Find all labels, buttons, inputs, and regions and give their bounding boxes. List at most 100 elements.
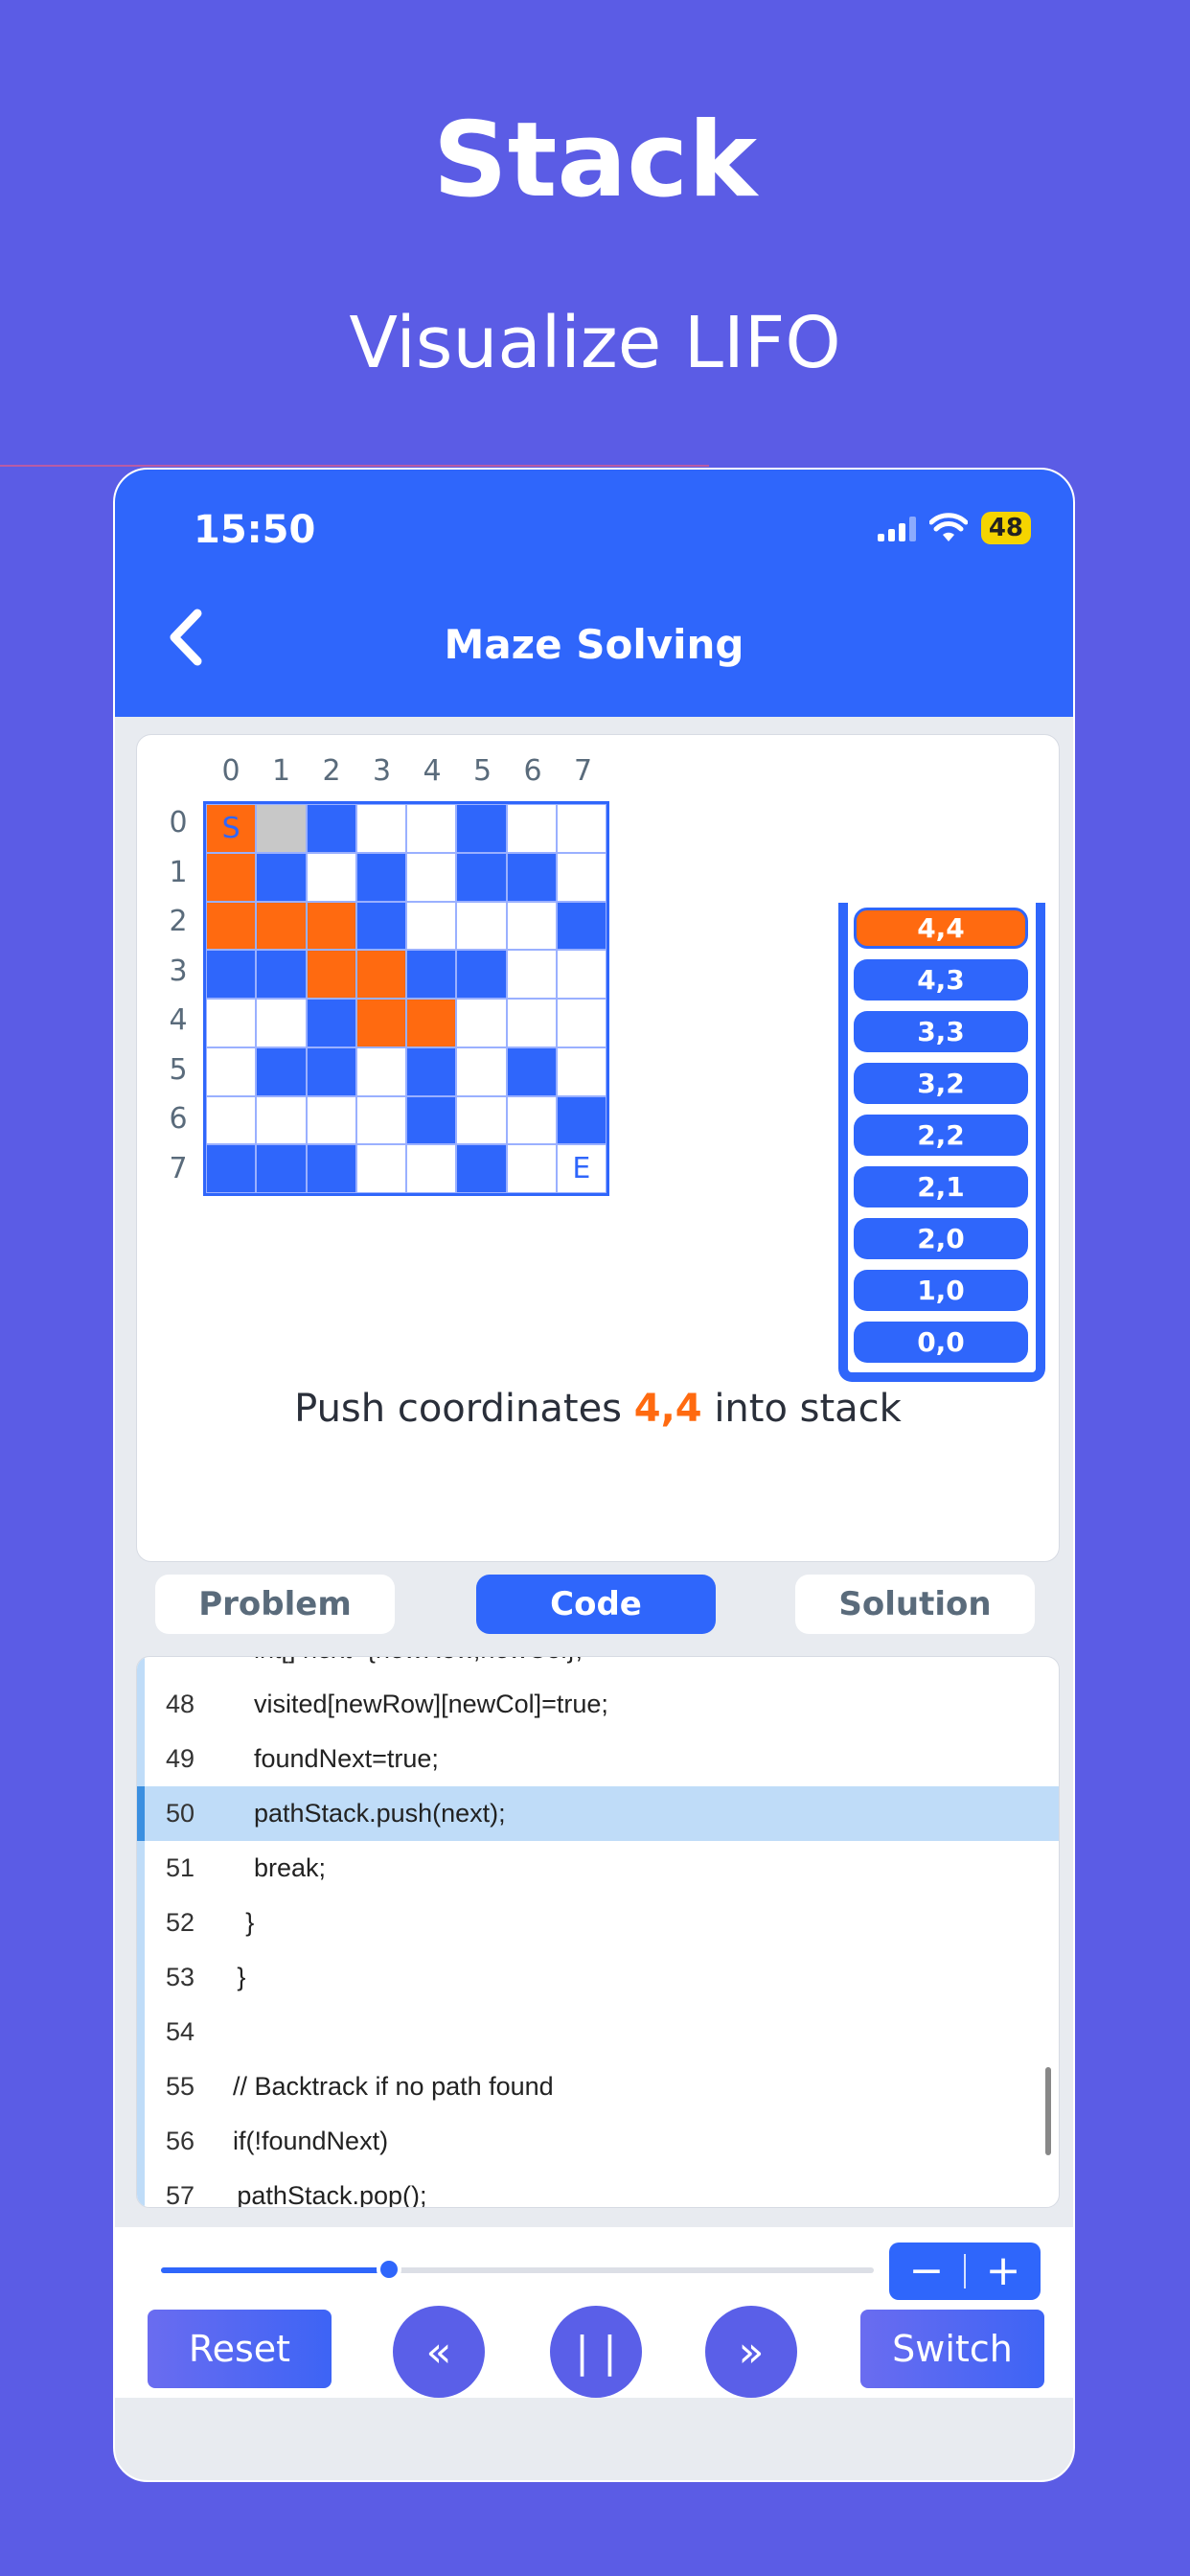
stack-item: 4,3 xyxy=(854,959,1028,1000)
maze-cell xyxy=(406,901,457,951)
maze-cell xyxy=(306,804,356,853)
zoom-separator xyxy=(964,2254,966,2288)
maze-cell xyxy=(256,1144,307,1193)
line-number: 53 xyxy=(166,1963,195,1991)
zoom-in-button[interactable]: + xyxy=(966,2242,1041,2300)
maze-row-label: 7 xyxy=(169,1151,188,1185)
maze-cell: S xyxy=(206,804,257,853)
line-number: 49 xyxy=(166,1744,195,1773)
stack-item: 3,3 xyxy=(854,1011,1028,1052)
hero-subtitle: Visualize LIFO xyxy=(349,302,841,384)
maze-cell xyxy=(456,999,507,1047)
maze-cell xyxy=(256,901,307,951)
rewind-button[interactable]: « xyxy=(393,2306,485,2398)
maze-cell xyxy=(206,1144,257,1193)
maze-cell xyxy=(406,804,457,853)
maze-cell xyxy=(456,901,507,951)
maze-cell xyxy=(355,999,406,1047)
maze-col-label: 4 xyxy=(423,754,442,788)
cellular-signal-icon xyxy=(877,515,916,541)
line-number: 48 xyxy=(166,1690,195,1718)
maze-cell xyxy=(306,1095,356,1145)
progress-slider[interactable] xyxy=(161,2257,874,2282)
maze-cell xyxy=(506,852,557,902)
line-number: 51 xyxy=(166,1853,195,1882)
phone-frame: 15:50 48 Maze Solving 01234567 01234567 … xyxy=(113,468,1075,2482)
pause-button[interactable]: | | xyxy=(550,2306,642,2398)
code-text: pathStack.pop(); xyxy=(237,2181,427,2208)
maze-cell xyxy=(256,950,307,999)
maze-cell xyxy=(456,804,507,853)
maze-cell xyxy=(256,999,307,1047)
maze-col-label: 0 xyxy=(221,754,240,788)
wifi-icon xyxy=(928,513,968,541)
code-text: break; xyxy=(254,1853,327,1882)
zoom-out-button[interactable]: − xyxy=(889,2242,964,2300)
code-line: 54 xyxy=(137,2005,1059,2059)
reset-button[interactable]: Reset xyxy=(148,2310,332,2388)
maze-cell xyxy=(406,999,457,1047)
maze-cell xyxy=(556,852,606,902)
maze-cell xyxy=(406,852,457,902)
forward-button[interactable]: » xyxy=(705,2306,797,2398)
maze-cell xyxy=(306,999,356,1047)
code-text: // Backtrack if no path found xyxy=(233,2072,554,2101)
maze-cell xyxy=(306,901,356,951)
stack-item: 0,0 xyxy=(854,1322,1028,1363)
maze-col-label: 3 xyxy=(372,754,392,788)
status-time: 15:50 xyxy=(194,508,316,552)
maze-cell xyxy=(406,1144,457,1193)
line-number: 52 xyxy=(166,1908,195,1937)
code-text: if(!foundNext) xyxy=(233,2127,389,2155)
code-line: 57 pathStack.pop(); xyxy=(137,2169,1059,2208)
stack-item: 1,0 xyxy=(854,1270,1028,1311)
code-panel[interactable]: int[] next={newRow,newCol}; 48 visited[ne… xyxy=(136,1656,1060,2208)
maze-cell xyxy=(206,950,257,999)
switch-button[interactable]: Switch xyxy=(860,2310,1044,2388)
stack-top-item: 4,4 xyxy=(854,908,1028,949)
maze-cell xyxy=(506,1095,557,1145)
code-line: 49 foundNext=true; xyxy=(137,1732,1059,1786)
maze-row-label: 5 xyxy=(169,1052,188,1087)
code-text: } xyxy=(245,1908,255,1937)
visualization-card: 01234567 01234567 SE 4,4 4,3 3,3 3,2 2,2 2,1 2… xyxy=(136,734,1060,1562)
maze-cell xyxy=(256,1046,307,1096)
line-number: 57 xyxy=(166,2181,195,2208)
battery-icon: 48 xyxy=(980,512,1031,544)
caption-prefix: Push coordinates xyxy=(294,1387,623,1431)
maze-cell xyxy=(355,1095,406,1145)
code-text: foundNext=true; xyxy=(254,1744,439,1773)
maze-cell xyxy=(506,999,557,1047)
caption-highlight: 4,4 xyxy=(633,1387,702,1431)
tab-code[interactable]: Code xyxy=(476,1575,716,1634)
maze-cell xyxy=(506,901,557,951)
line-number: 55 xyxy=(166,2072,195,2101)
maze-cell xyxy=(456,1144,507,1193)
maze-row-label: 6 xyxy=(169,1102,188,1136)
maze-cell xyxy=(406,1095,457,1145)
tab-problem[interactable]: Problem xyxy=(155,1575,395,1634)
maze-col-label: 1 xyxy=(271,754,291,788)
maze-cell xyxy=(556,999,606,1047)
maze-cell xyxy=(306,950,356,999)
stack-item: 2,0 xyxy=(854,1218,1028,1259)
code-line: 51 break; xyxy=(137,1841,1059,1896)
maze-cell: E xyxy=(556,1144,606,1193)
maze-col-label: 2 xyxy=(322,754,341,788)
line-number: 50 xyxy=(166,1799,195,1828)
hero-title: Stack xyxy=(432,101,758,220)
code-text: visited[newRow][newCol]=true; xyxy=(254,1690,608,1718)
maze-cell xyxy=(306,852,356,902)
maze-cell xyxy=(556,804,606,853)
slider-knob[interactable] xyxy=(377,2257,402,2282)
maze-row-label: 3 xyxy=(169,954,188,988)
code-text: int[] next={newRow,newCol}; xyxy=(233,1657,583,1665)
maze-cell xyxy=(506,804,557,853)
maze-cell xyxy=(556,901,606,951)
caption-suffix: into stack xyxy=(714,1387,902,1431)
maze-cell xyxy=(355,1046,406,1096)
maze-cell xyxy=(206,1046,257,1096)
tab-solution[interactable]: Solution xyxy=(795,1575,1035,1634)
maze-cell xyxy=(456,950,507,999)
code-line: 53} xyxy=(137,1950,1059,2005)
